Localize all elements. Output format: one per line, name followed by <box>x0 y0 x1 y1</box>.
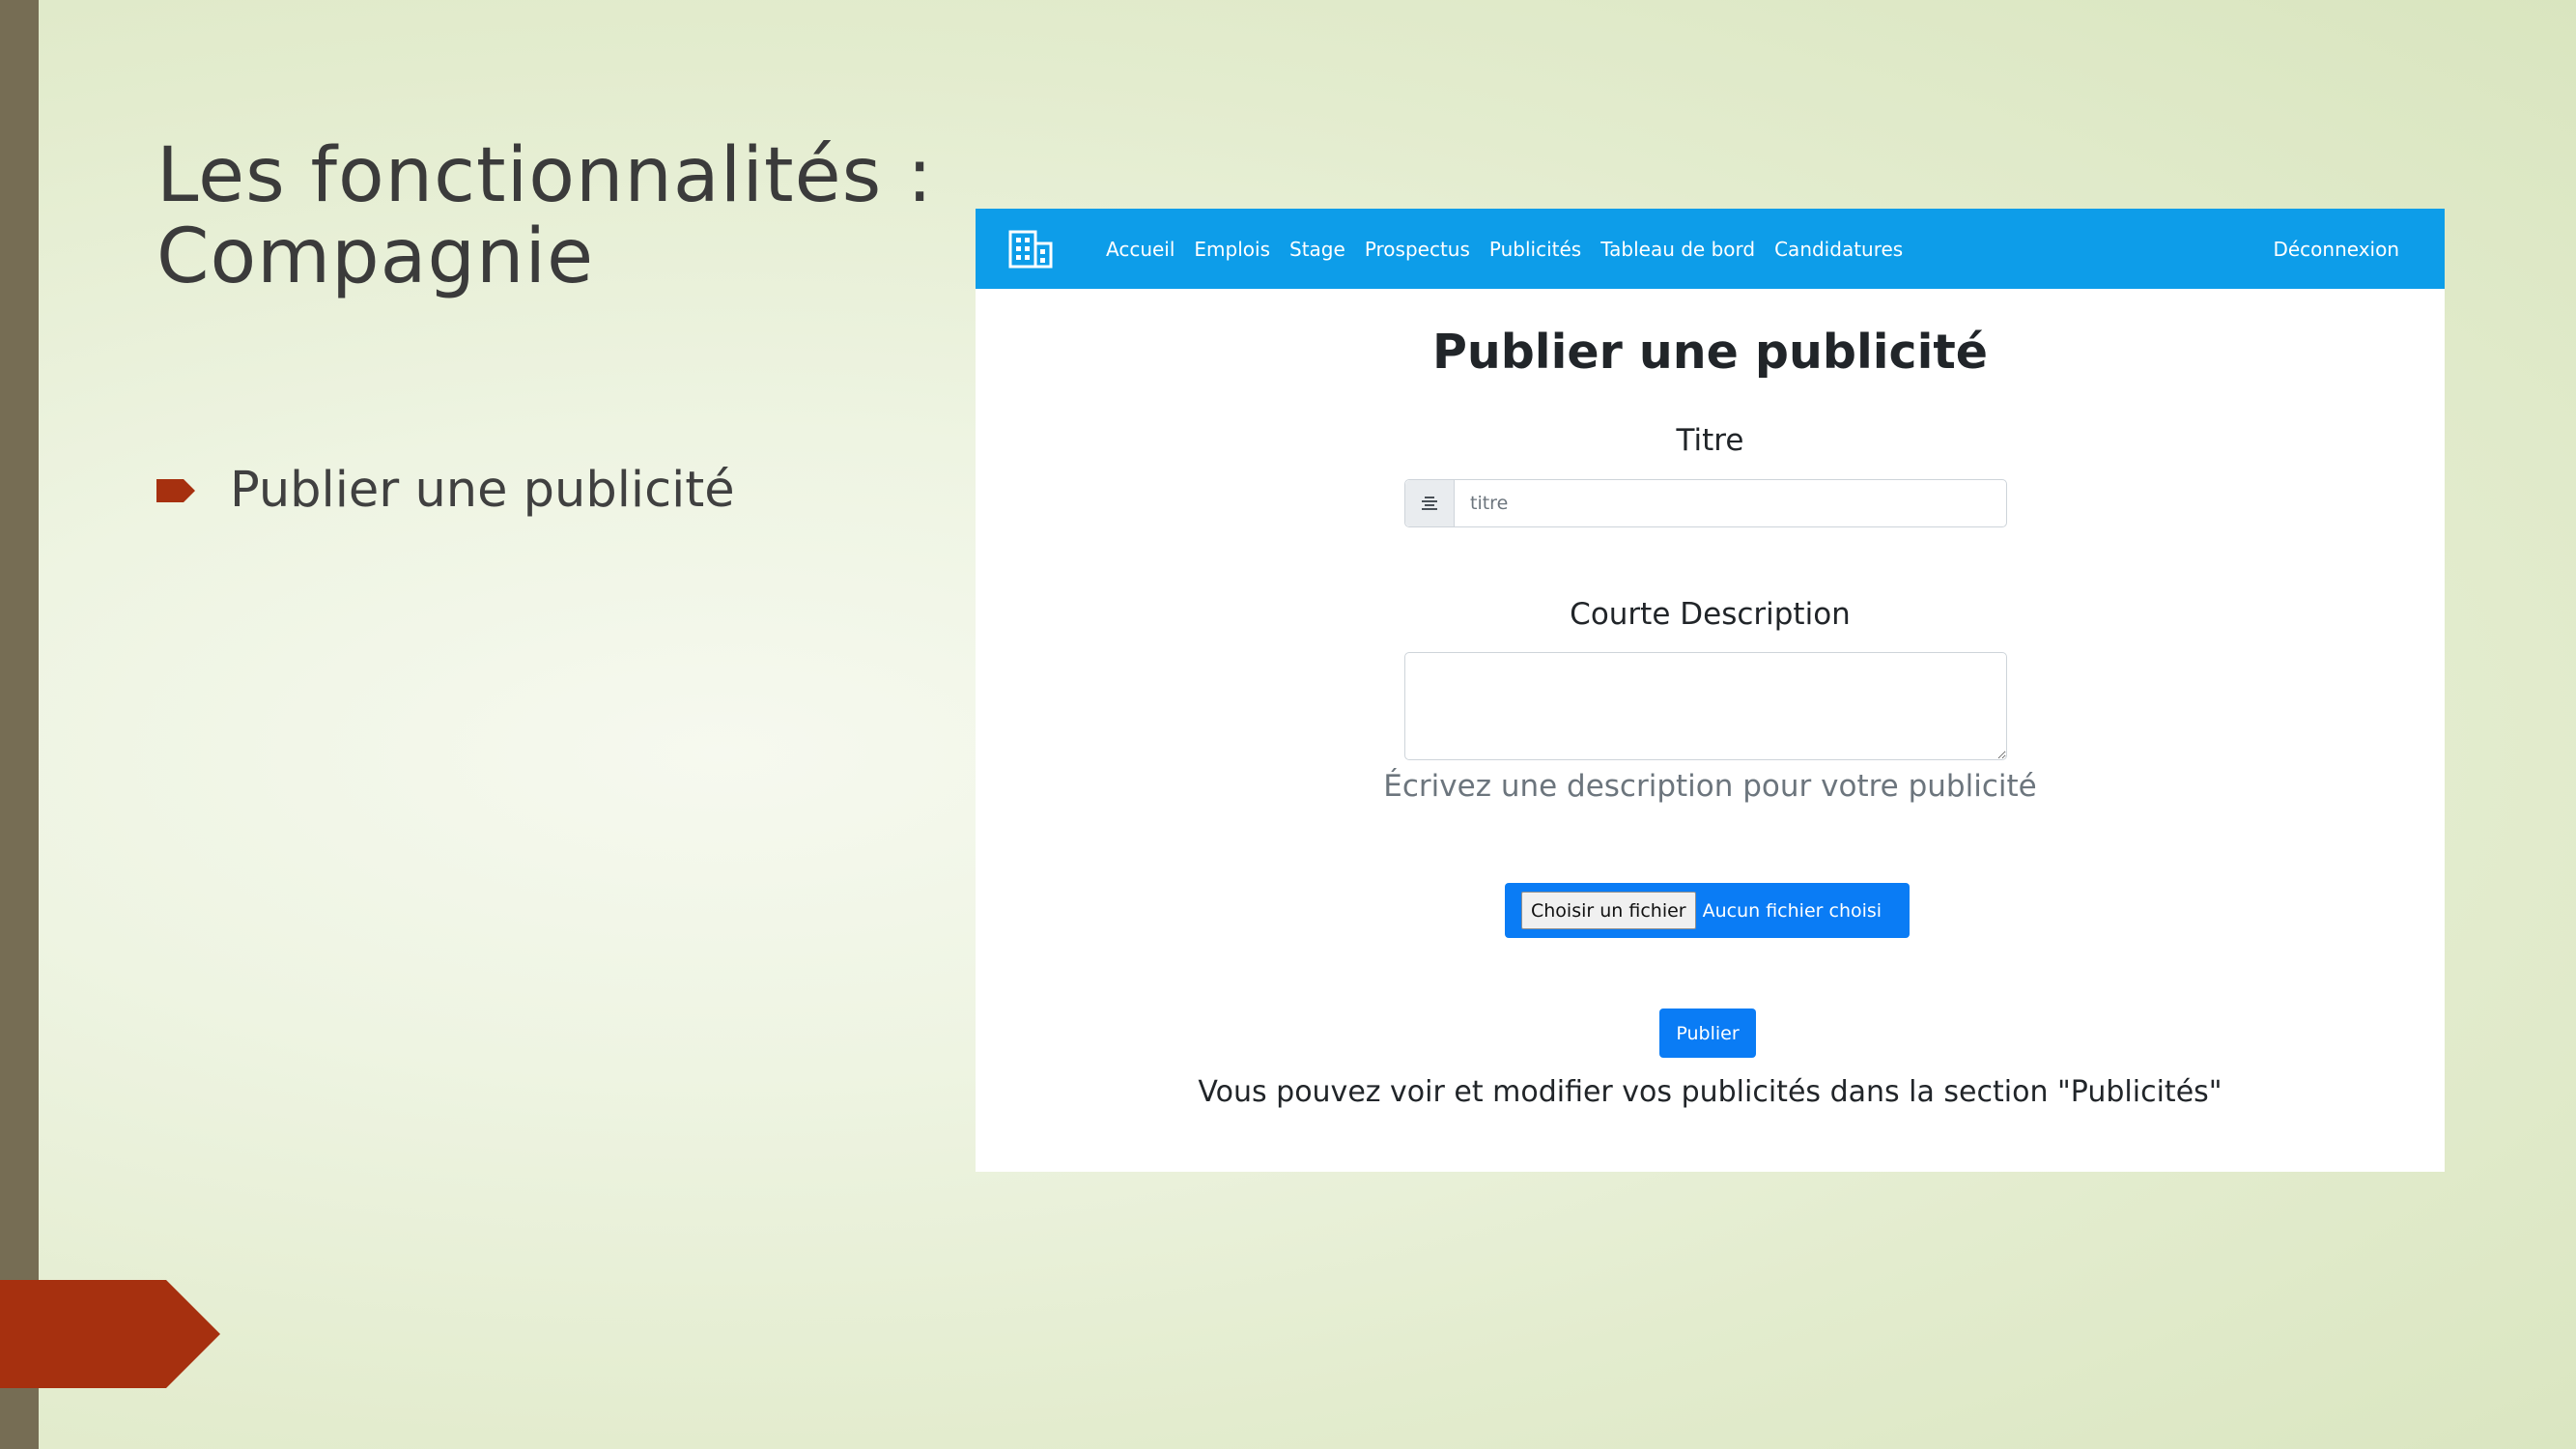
choose-file-button[interactable]: Choisir un fichier <box>1521 892 1696 929</box>
file-input[interactable]: Choisir un fichier Aucun fichier choisi <box>1505 883 1910 938</box>
file-status-text: Aucun fichier choisi <box>1702 899 1882 922</box>
corner-arrow-shape <box>0 1280 220 1388</box>
left-accent-bar <box>0 0 39 1449</box>
building-icon[interactable] <box>1008 230 1053 269</box>
logout-link[interactable]: Déconnexion <box>2273 209 2399 289</box>
bullet-item: Publier une publicité <box>156 462 735 519</box>
nav-link-tableau-de-bord[interactable]: Tableau de bord <box>1600 238 1755 261</box>
nav-link-candidatures[interactable]: Candidatures <box>1774 238 1903 261</box>
title-input-group <box>1404 479 2007 527</box>
align-center-icon <box>1405 480 1455 526</box>
slide-title-line1: Les fonctionnalités : <box>156 132 934 219</box>
nav-links: Accueil Emplois Stage Prospectus Publici… <box>1106 209 1922 289</box>
nav-link-prospectus[interactable]: Prospectus <box>1365 238 1470 261</box>
slide-title-line2: Compagnie <box>156 213 595 300</box>
title-input[interactable] <box>1455 480 2006 526</box>
navbar: Accueil Emplois Stage Prospectus Publici… <box>976 209 2445 289</box>
description-label: Courte Description <box>1570 597 1851 632</box>
bullet-text: Publier une publicité <box>230 462 735 519</box>
bullet-arrow-icon <box>156 478 195 502</box>
app-screenshot: Accueil Emplois Stage Prospectus Publici… <box>976 209 2445 1172</box>
nav-link-publicites[interactable]: Publicités <box>1489 238 1581 261</box>
description-help-text: Écrivez une description pour votre publi… <box>1383 769 2037 804</box>
footer-note: Vous pouvez voir et modifier vos publici… <box>1198 1075 2222 1109</box>
publish-button[interactable]: Publier <box>1659 1009 1756 1058</box>
title-label: Titre <box>1676 423 1744 458</box>
nav-link-accueil[interactable]: Accueil <box>1106 238 1175 261</box>
description-textarea[interactable] <box>1404 652 2007 760</box>
nav-link-stage[interactable]: Stage <box>1289 238 1345 261</box>
page-heading: Publier une publicité <box>1431 325 1989 380</box>
nav-link-emplois[interactable]: Emplois <box>1194 238 1270 261</box>
slide-title: Les fonctionnalités : Compagnie <box>156 135 933 298</box>
